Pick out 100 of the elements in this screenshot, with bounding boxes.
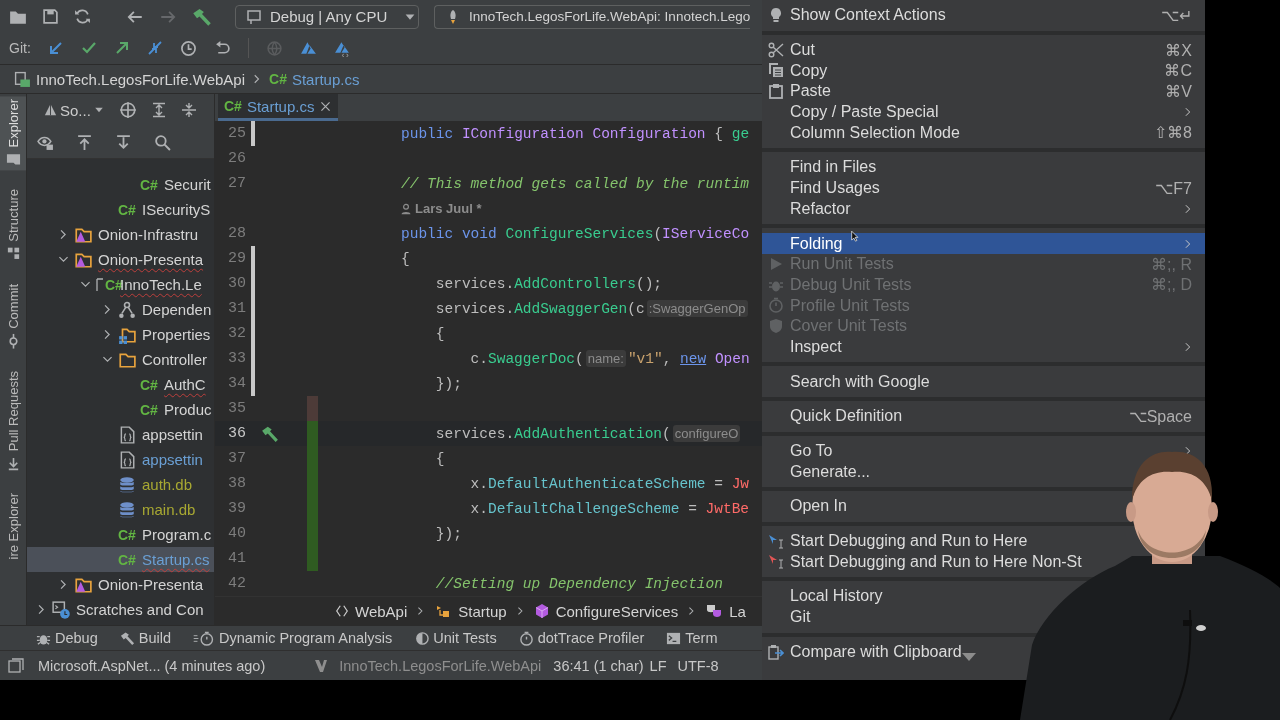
tree-item[interactable]: Onion-Presenta xyxy=(27,247,214,272)
code-line: services.AddAuthentication( configureO xyxy=(434,425,742,442)
line-number: 25 xyxy=(227,125,246,142)
menu-item[interactable]: Folding xyxy=(762,233,1205,254)
tree-item[interactable]: Controller xyxy=(27,347,214,372)
dependencies-icon xyxy=(118,300,136,319)
menu-item[interactable]: Search with Google xyxy=(762,371,930,392)
author-hint[interactable]: Lars Juul * xyxy=(400,201,482,216)
file-encoding[interactable]: UTF-8 xyxy=(677,657,719,674)
collapse-all-icon[interactable] xyxy=(180,102,197,118)
line-separator[interactable]: LF xyxy=(649,657,667,674)
menu-item[interactable]: Cut ⌘X xyxy=(762,39,1205,61)
tree-item[interactable]: C# Securit xyxy=(27,172,214,197)
breadcrumb-item[interactable]: InnoTech.LegosForLife.WebApi xyxy=(14,70,246,88)
undo-icon[interactable] xyxy=(213,39,231,57)
hammer-icon[interactable] xyxy=(261,424,279,443)
editor-tab[interactable]: C# Startup.cs xyxy=(218,94,339,121)
pyramid-code-icon[interactable] xyxy=(333,39,351,57)
tree-item[interactable]: auth.db xyxy=(27,472,214,497)
menu-item[interactable]: Copy ⌘C xyxy=(762,60,1205,82)
sync-icon[interactable] xyxy=(74,8,91,25)
build-config-dropdown[interactable]: Debug | Any CPU xyxy=(235,4,419,29)
menu-item[interactable]: Find in Files xyxy=(762,157,877,178)
download-arrow-icon[interactable] xyxy=(115,133,132,151)
hammer-icon[interactable] xyxy=(192,6,212,27)
run-config-dropdown[interactable]: InnoTech.LegosForLife.WebApi: Innotech.Lego xyxy=(434,4,751,29)
breadcrumb-item[interactable]: ConfigureServices xyxy=(533,602,679,620)
menu-item[interactable]: Local History xyxy=(762,586,883,607)
menu-item[interactable]: Paste ⌘V xyxy=(762,81,1205,102)
vcs-status[interactable]: Microsoft.AspNet... (4 minutes ago) xyxy=(38,657,266,674)
line-number: 37 xyxy=(227,450,246,467)
code-line: { xyxy=(434,450,445,467)
side-tab[interactable]: Pull Requests xyxy=(0,367,26,475)
breadcrumb-item[interactable]: La xyxy=(705,602,746,620)
tree-item[interactable]: C#InnoTech.Le xyxy=(27,272,214,297)
menu-item[interactable]: Column Selection Mode ⇧⌘8 xyxy=(762,122,1205,144)
down-left-arrow-icon[interactable] xyxy=(47,40,64,56)
tree-item[interactable]: Dependen xyxy=(27,297,214,322)
menu-item[interactable]: Compare with Clipboard xyxy=(762,641,976,663)
tool-window-button[interactable]: Dynamic Program Analysis xyxy=(193,630,393,646)
tree-item[interactable]: C# Program.c xyxy=(27,522,214,547)
side-tab[interactable]: Commit xyxy=(0,281,26,352)
tree-item[interactable]: C# Produc xyxy=(27,397,214,422)
menu-item[interactable]: Go To xyxy=(762,440,1205,462)
tool-window-button[interactable]: Build xyxy=(119,630,171,646)
menu-item[interactable]: Generate... xyxy=(762,461,871,483)
code-line: }); xyxy=(434,375,462,392)
menu-item[interactable]: Start Debugging and Run to Here xyxy=(762,530,1028,552)
breadcrumb-item[interactable]: C# Startup.cs xyxy=(269,70,360,88)
shortcut-label: ⌥F7 xyxy=(1155,178,1192,198)
scroll-down-caret-icon xyxy=(961,652,976,661)
tree-item[interactable]: appsettin xyxy=(27,422,214,447)
merge-arrows-icon[interactable] xyxy=(146,40,163,56)
close-icon[interactable] xyxy=(319,99,333,113)
menu-item[interactable]: Copy / Paste Special xyxy=(762,101,1205,123)
tree-item[interactable]: Onion-Presenta xyxy=(27,572,214,597)
expand-all-icon[interactable] xyxy=(150,102,167,118)
tree-item[interactable]: appsettin xyxy=(27,447,214,472)
clock-icon[interactable] xyxy=(179,39,197,57)
tool-window-button[interactable]: Term xyxy=(666,630,718,646)
menu-item[interactable]: Quick Definition ⌥Space xyxy=(762,406,1205,427)
tool-window-button[interactable]: Unit Tests xyxy=(414,630,497,646)
menu-item[interactable]: Show Context Actions ⌥↵ xyxy=(762,5,1205,26)
tree-item[interactable]: Scratches and Con xyxy=(27,597,214,622)
tree-item[interactable]: C# AuthC xyxy=(27,372,214,397)
breadcrumb-item[interactable]: WebApi xyxy=(335,602,408,620)
tool-window-button[interactable]: dotTrace Profiler xyxy=(518,630,645,646)
save-icon[interactable] xyxy=(42,8,59,25)
tree-item[interactable]: Onion-Infrastru xyxy=(27,222,214,247)
side-tab[interactable]: ire Explorer xyxy=(0,490,26,563)
menu-item[interactable]: Start Debugging and Run to Here Non-St xyxy=(762,551,1082,573)
view-dropdown[interactable]: So... xyxy=(43,101,105,119)
tree-item[interactable]: Properties xyxy=(27,322,214,347)
side-tab[interactable]: Structure xyxy=(0,186,26,266)
window-toggle-icon[interactable] xyxy=(8,657,24,674)
tool-window-button[interactable]: Debug xyxy=(36,630,98,646)
folder-icon xyxy=(6,152,21,168)
caret-position[interactable]: 36:41 (1 char) xyxy=(553,657,644,674)
test-icon xyxy=(414,630,430,646)
menu-item[interactable]: Refactor xyxy=(762,198,1205,220)
tree-item[interactable]: main.db xyxy=(27,497,214,522)
braces-icon xyxy=(335,604,349,618)
menu-item[interactable]: Git xyxy=(762,606,811,628)
breadcrumb-item[interactable]: Startup xyxy=(434,602,507,620)
csharp-file-tag: C# xyxy=(140,401,158,418)
side-tab[interactable]: Explorer xyxy=(0,96,26,171)
menu-item[interactable]: Inspect xyxy=(762,336,1205,358)
crosshair-icon[interactable] xyxy=(118,101,137,119)
search-icon[interactable] xyxy=(154,133,171,151)
upload-arrow-icon[interactable] xyxy=(76,133,93,151)
tree-item[interactable]: C# ISecurityS xyxy=(27,197,214,222)
pyramid-icon[interactable] xyxy=(299,39,317,57)
menu-item[interactable]: Open In xyxy=(762,496,847,517)
commit-icon xyxy=(6,333,21,349)
check-icon[interactable] xyxy=(80,40,97,56)
code-line: services.AddSwaggerGen(c :SwaggerGenOp xyxy=(434,300,749,317)
line-number: 34 xyxy=(227,375,246,392)
menu-item[interactable]: Find Usages ⌥F7 xyxy=(762,177,1205,199)
line-number: 35 xyxy=(227,400,246,417)
prism-icon xyxy=(43,102,58,118)
